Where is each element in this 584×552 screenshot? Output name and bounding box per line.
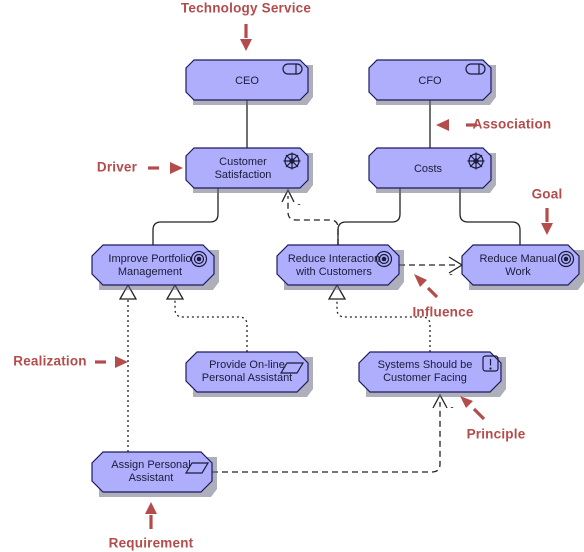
- annotation-label-requirement: Requirement: [109, 536, 194, 551]
- node-reduce-manual-work[interactable]: Reduce Manual Work: [461, 244, 584, 290]
- node-provide-online-personal-assistant[interactable]: Provide On-line Personal Assistant: [185, 351, 313, 397]
- node-reduce-interaction-with-customers[interactable]: Reduce Interaction with Customers: [276, 244, 404, 290]
- driver-icon: [467, 152, 485, 170]
- node-label-systems-principle-2: Customer Facing: [383, 372, 467, 384]
- annotation-line-influence: [426, 286, 439, 299]
- driver-icon: [283, 152, 301, 170]
- edge-sign-systems-principle: -: [450, 403, 453, 414]
- node-ceo[interactable]: CEO: [185, 59, 313, 105]
- archimate-motivation-diagram: CEO CFO Customer Satisfaction Costs Impr…: [0, 0, 584, 552]
- node-label-provide-assistant-2: Personal Assistant: [202, 372, 293, 384]
- node-label-reduce-manual-work-1: Reduce Manual: [479, 253, 556, 265]
- annotation-label-driver: Driver: [97, 160, 138, 175]
- annotation-label-association: Association: [473, 117, 552, 132]
- edge-customer-satisfaction-to-improve-portfolio[interactable]: [152, 188, 219, 245]
- node-label-cfo: CFO: [418, 75, 442, 87]
- node-label-reduce-interaction-1: Reduce Interaction: [288, 253, 380, 265]
- node-label-ceo: CEO: [235, 75, 259, 87]
- node-label-assign-assistant-2: Assistant: [129, 472, 174, 484]
- node-label-customer-satisfaction-2: Satisfaction: [215, 169, 272, 181]
- node-cfo[interactable]: CFO: [368, 59, 496, 105]
- node-label-provide-assistant-1: Provide On-line: [209, 359, 285, 371]
- annotation-arrow-technology-service: [240, 39, 252, 51]
- node-label-assign-assistant-1: Assign Personal: [111, 459, 191, 471]
- edge-reduce-interaction-influences-customer-satisfaction[interactable]: [287, 196, 339, 245]
- edge-costs-to-reduce-interaction[interactable]: [337, 188, 401, 245]
- node-label-improve-portfolio-2: Management: [118, 266, 182, 278]
- node-label-reduce-interaction-2: with Customers: [295, 266, 372, 278]
- node-label-costs: Costs: [414, 163, 443, 175]
- annotation-arrow-requirement: [145, 502, 157, 514]
- annotation-label-influence: Influence: [412, 305, 473, 320]
- edge-costs-to-reduce-manual-work[interactable]: [459, 188, 521, 245]
- diagram-canvas: CEO CFO Customer Satisfaction Costs Impr…: [13, 1, 584, 551]
- annotation-label-realization: Realization: [13, 354, 86, 369]
- node-improve-portfolio-management[interactable]: Improve Portfolio Management: [91, 244, 219, 290]
- annotation-line-principle: [472, 407, 486, 421]
- node-label-reduce-manual-work-2: Work: [505, 266, 531, 278]
- edge-sign-reduce-manual-work: -: [449, 270, 452, 281]
- annotation-arrow-driver: [170, 162, 183, 174]
- annotation-arrow-principle: [460, 396, 473, 408]
- edge-provide-assistant-realizes-improve-portfolio[interactable]: [174, 296, 248, 352]
- node-assign-personal-assistant[interactable]: Assign Personal Assistant: [91, 451, 217, 497]
- edge-assign-assistant-influences-systems-principle[interactable]: [212, 402, 441, 473]
- node-label-improve-portfolio-1: Improve Portfolio: [108, 253, 191, 265]
- node-customer-satisfaction[interactable]: Customer Satisfaction: [185, 147, 313, 193]
- annotation-label-goal: Goal: [532, 187, 563, 202]
- node-label-systems-principle-1: Systems Should be: [378, 359, 473, 371]
- node-costs[interactable]: Costs: [368, 147, 496, 193]
- annotation-arrow-influence: [414, 274, 427, 287]
- annotation-label-principle: Principle: [467, 427, 526, 442]
- edge-sign-customer-satisfaction: -: [297, 200, 300, 211]
- node-label-customer-satisfaction-1: Customer: [219, 156, 267, 168]
- annotation-label-technology-service: Technology Service: [181, 1, 311, 16]
- annotation-arrow-realization: [115, 356, 128, 368]
- annotation-arrow-association: [436, 119, 449, 131]
- annotation-arrow-goal: [541, 223, 553, 235]
- node-systems-should-be-customer-facing[interactable]: Systems Should be Customer Facing: [358, 351, 506, 397]
